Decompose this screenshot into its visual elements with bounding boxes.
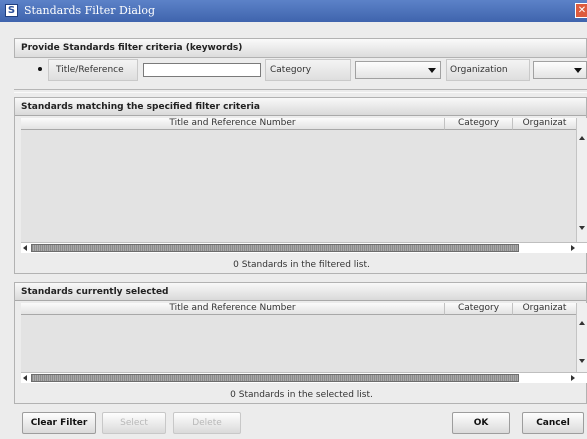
scroll-right-icon[interactable] (571, 375, 575, 381)
delete-button[interactable]: Delete (173, 412, 241, 434)
filtered-vertical-scrollbar[interactable] (576, 118, 587, 242)
title-reference-label: Title/Reference (56, 65, 124, 75)
splitter-divider[interactable] (14, 89, 587, 93)
scroll-left-icon[interactable] (23, 245, 27, 251)
column-header-category[interactable]: Category (445, 118, 513, 130)
organization-dropdown[interactable] (533, 61, 587, 79)
column-header-title[interactable]: Title and Reference Number (21, 303, 445, 315)
filtered-standards-panel: Standards matching the specified filter … (14, 97, 587, 274)
column-header-organization[interactable]: Organizat (513, 303, 576, 315)
filtered-count-status: 0 Standards in the filtered list. (233, 260, 370, 270)
cancel-button[interactable]: Cancel (522, 412, 584, 434)
column-header-title[interactable]: Title and Reference Number (21, 118, 445, 130)
scroll-down-icon[interactable] (579, 226, 585, 230)
window-title: Standards Filter Dialog (24, 4, 156, 17)
column-header-organization[interactable]: Organizat (513, 118, 576, 130)
selected-standards-panel: Standards currently selected Title and R… (14, 282, 587, 404)
filtered-table-body[interactable] (21, 130, 576, 242)
organization-label: Organization (450, 65, 508, 75)
filter-criteria-header: Provide Standards filter criteria (keywo… (21, 43, 243, 53)
title-bar[interactable]: S Standards Filter Dialog ✕ (0, 0, 587, 22)
selected-count-status: 0 Standards in the selected list. (230, 390, 373, 400)
ok-button[interactable]: OK (452, 412, 510, 434)
filtered-panel-header: Standards matching the specified filter … (15, 98, 586, 116)
selected-scroll-thumb[interactable] (31, 374, 519, 382)
category-dropdown[interactable] (355, 61, 441, 79)
filter-criteria-header-bar: Provide Standards filter criteria (keywo… (14, 38, 587, 58)
category-label: Category (270, 65, 312, 75)
bullet-icon (38, 67, 42, 71)
app-logo-icon: S (5, 4, 18, 17)
chevron-down-icon (428, 68, 436, 73)
column-header-category[interactable]: Category (445, 303, 513, 315)
filtered-horizontal-scrollbar[interactable] (21, 242, 587, 253)
selected-horizontal-scrollbar[interactable] (21, 372, 587, 383)
selected-panel-header: Standards currently selected (15, 283, 586, 301)
scroll-down-icon[interactable] (579, 359, 585, 363)
selected-table-body[interactable] (21, 315, 576, 372)
title-reference-input[interactable] (143, 63, 261, 77)
selected-vertical-scrollbar[interactable] (576, 303, 587, 372)
select-button[interactable]: Select (102, 412, 166, 434)
chevron-down-icon (574, 68, 582, 73)
filtered-scroll-thumb[interactable] (31, 244, 519, 252)
close-icon[interactable]: ✕ (575, 3, 587, 18)
scroll-left-icon[interactable] (23, 375, 27, 381)
scroll-right-icon[interactable] (571, 245, 575, 251)
scroll-up-icon[interactable] (579, 136, 585, 140)
clear-filter-button[interactable]: Clear Filter (22, 412, 96, 434)
scroll-up-icon[interactable] (579, 321, 585, 325)
